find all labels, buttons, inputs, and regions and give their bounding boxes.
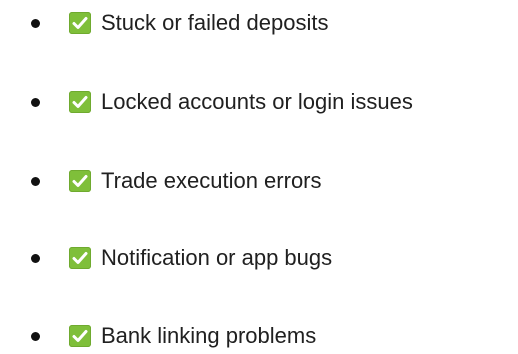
bullet-icon xyxy=(31,19,40,28)
check-mark-button-icon xyxy=(69,170,91,192)
bullet-icon xyxy=(31,177,40,186)
list-item-label: Trade execution errors xyxy=(101,168,322,193)
check-mark-button-icon xyxy=(69,91,91,113)
list-item: Trade execution errors xyxy=(0,161,518,201)
list-item: Locked accounts or login issues xyxy=(0,82,518,122)
list-item-label: Bank linking problems xyxy=(101,323,317,348)
check-mark-button-icon xyxy=(69,12,91,34)
check-mark-button-icon xyxy=(69,325,91,347)
bullet-icon xyxy=(31,332,40,341)
bullet-icon xyxy=(31,254,40,263)
list-item-label: Locked accounts or login issues xyxy=(101,89,413,114)
list-item: Stuck or failed deposits xyxy=(0,3,518,43)
issue-list-page: Stuck or failed deposits Locked accounts… xyxy=(0,0,518,354)
list-item-label: Notification or app bugs xyxy=(101,245,333,270)
check-mark-button-icon xyxy=(69,247,91,269)
list-item-label: Stuck or failed deposits xyxy=(101,10,329,35)
list-item: Bank linking problems xyxy=(0,316,518,354)
bullet-icon xyxy=(31,98,40,107)
list-item: Notification or app bugs xyxy=(0,238,518,278)
